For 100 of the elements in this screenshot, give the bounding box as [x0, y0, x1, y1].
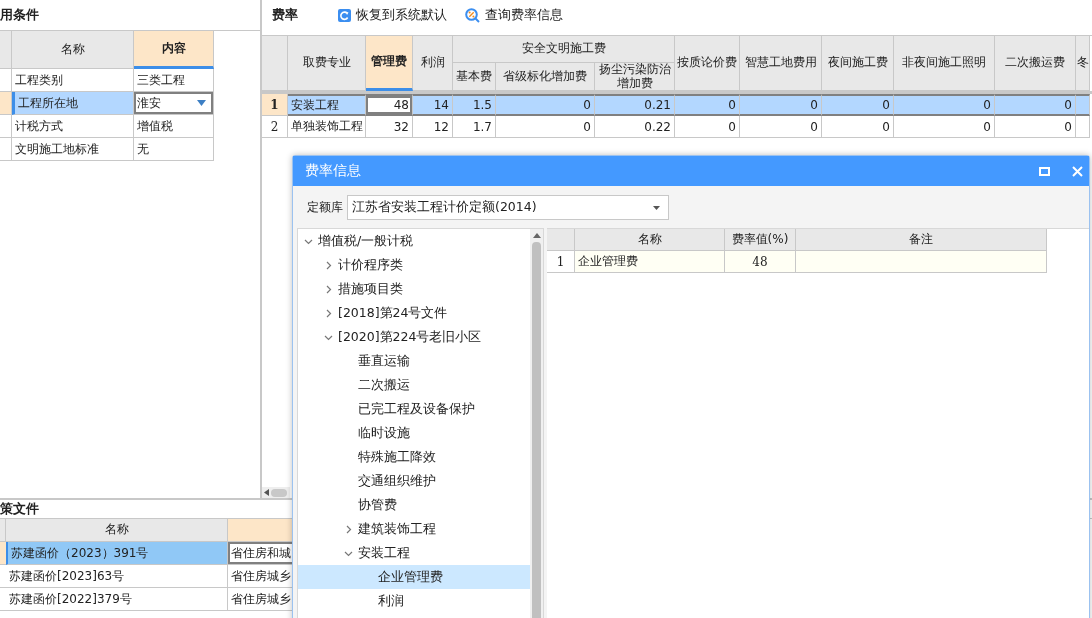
column-header[interactable]: 名称	[12, 31, 134, 69]
column-header[interactable]: 名称	[6, 519, 228, 542]
table-cell: 0	[894, 116, 995, 138]
table-cell: 0	[496, 116, 595, 138]
left-arrow-icon[interactable]	[264, 489, 269, 496]
row-header[interactable]	[0, 138, 12, 161]
scrollbar[interactable]	[262, 487, 290, 498]
column-header[interactable]: 名称	[575, 229, 725, 251]
tree-item[interactable]: 建筑装饰工程	[298, 517, 530, 541]
table-cell: 安装工程	[288, 94, 366, 116]
scroll-thumb[interactable]	[271, 488, 287, 497]
column-header[interactable]: 利润	[413, 36, 453, 91]
column-header[interactable]: 扬尘污染防治增加费	[595, 63, 675, 91]
scroll-thumb[interactable]	[532, 242, 541, 618]
column-header[interactable]: 二次搬运费	[995, 36, 1076, 91]
table-cell: 1.5	[453, 94, 496, 116]
row-number: 1	[547, 251, 575, 273]
table-cell: 单独装饰工程	[288, 116, 366, 138]
table-cell: 0	[995, 116, 1076, 138]
table-cell: 无	[134, 138, 214, 161]
column-header[interactable]: 省级标化增加费	[496, 63, 595, 91]
tree-item[interactable]: 已完工程及设备保护	[298, 397, 530, 421]
table-cell: 14	[413, 94, 453, 116]
table-cell: 0	[822, 94, 894, 116]
tree-item[interactable]: 企业管理费	[298, 565, 530, 589]
tree-item[interactable]: 垂直运输	[298, 349, 530, 373]
refresh-icon	[338, 8, 351, 22]
column-header[interactable]: 智慧工地费用	[740, 36, 822, 91]
caret-icon	[653, 205, 660, 210]
table-cell: 1.7	[453, 116, 496, 138]
table-cell: 0.21	[595, 94, 675, 116]
scrollbar[interactable]	[530, 229, 543, 618]
tree-item[interactable]: 二次搬运	[298, 373, 530, 397]
column-header[interactable]: 取费专业	[288, 36, 366, 91]
panel-title: 策文件	[0, 500, 39, 518]
row-header[interactable]	[0, 115, 12, 138]
column-header[interactable]: 内容	[134, 31, 214, 69]
tree-item[interactable]: 措施项目类	[298, 277, 530, 301]
toolbar-button[interactable]: 恢复到系统默认	[338, 6, 447, 24]
row-number[interactable]: 1	[262, 94, 288, 116]
table-cell: 0	[995, 94, 1076, 116]
table-cell: 增值税	[134, 115, 214, 138]
header-corner	[547, 229, 575, 251]
tree-item[interactable]: 临时设施	[298, 421, 530, 445]
library-dropdown[interactable]: 江苏省安装工程计价定额(2014)	[347, 195, 669, 220]
table-cell: 三类工程	[134, 69, 214, 92]
tree-item[interactable]: 协管费	[298, 493, 530, 517]
column-header[interactable]: 管理费	[366, 36, 413, 91]
toolbar-button[interactable]: 查询费率信息	[465, 6, 563, 24]
table-cell: 苏建函价[2023]63号	[6, 565, 228, 588]
tree-item[interactable]: 增值税/一般计税	[298, 229, 530, 253]
panel-title: 用条件	[0, 6, 40, 24]
field-label: 定额库	[307, 199, 343, 216]
chevron-icon[interactable]	[324, 284, 333, 294]
table-cell: 32	[366, 116, 413, 138]
table-cell: 0	[675, 94, 740, 116]
search-icon	[465, 7, 480, 23]
chevron-icon[interactable]	[324, 308, 333, 318]
row-number[interactable]: 2	[262, 116, 288, 138]
table-cell: 0	[894, 94, 995, 116]
table-cell: 企业管理费	[575, 251, 725, 273]
table-cell: 工程类别	[12, 69, 134, 92]
table-cell: 0	[822, 116, 894, 138]
tree-item[interactable]: 计价程序类	[298, 253, 530, 277]
group-header: 安全文明施工费	[453, 36, 675, 63]
table-cell: 0	[496, 94, 595, 116]
column-header[interactable]: 费率值(%)	[725, 229, 796, 251]
up-arrow-icon[interactable]	[532, 233, 541, 238]
panel-title: 费率	[272, 6, 298, 24]
table-cell: 0	[740, 94, 822, 116]
column-header[interactable]: 冬	[1076, 36, 1090, 91]
dialog-title: 费率信息	[305, 162, 362, 180]
caret-icon	[197, 100, 206, 106]
table-cell: 计税方式	[12, 115, 134, 138]
chevron-icon[interactable]	[344, 524, 353, 534]
table-cell: 苏建函价[2022]379号	[6, 588, 228, 611]
table-cell: 工程所在地	[12, 92, 134, 115]
table-cell: 0	[740, 116, 822, 138]
tree-item[interactable]: [2018]第24号文件	[298, 301, 530, 325]
tree-item[interactable]: 特殊施工降效	[298, 445, 530, 469]
column-header[interactable]: 基本费	[453, 63, 496, 91]
table-cell: 12	[413, 116, 453, 138]
maximize-icon	[1039, 166, 1050, 176]
table-cell: 0	[675, 116, 740, 138]
dropdown-field[interactable]: 淮安	[134, 92, 214, 115]
column-header[interactable]: 按质论价费	[675, 36, 740, 91]
chevron-icon[interactable]	[324, 260, 333, 270]
column-header[interactable]: 非夜间施工照明	[894, 36, 995, 91]
tree-item[interactable]: [2020]第224号老旧小区	[298, 325, 530, 349]
row-header[interactable]	[0, 69, 12, 92]
tree-item[interactable]: 交通组织维护	[298, 469, 530, 493]
table-cell: 48	[725, 251, 796, 273]
column-header[interactable]: 备注	[796, 229, 1047, 251]
table-cell: 48	[366, 94, 413, 116]
table-cell: 0.22	[595, 116, 675, 138]
column-header[interactable]: 夜间施工费	[822, 36, 894, 91]
table-cell: 苏建函价（2023）391号	[6, 542, 228, 565]
close-icon	[1072, 165, 1083, 177]
table-cell: 文明施工地标准	[12, 138, 134, 161]
table-cell	[1076, 94, 1090, 116]
